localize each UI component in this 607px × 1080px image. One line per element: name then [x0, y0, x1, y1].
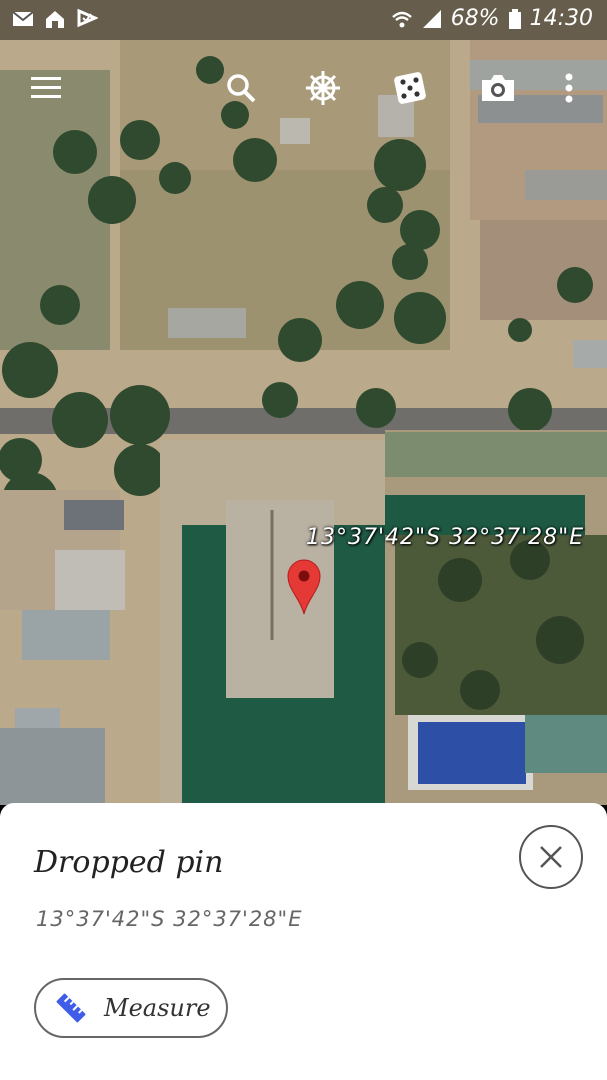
check-flag-icon [76, 8, 98, 30]
more-vert-icon[interactable] [545, 60, 593, 116]
clock: 14:30 [529, 6, 593, 31]
close-icon [540, 846, 562, 868]
pin-coordinate-label: 13°37'42"S 32°37'28"E [306, 525, 585, 550]
dropped-pin-marker-icon[interactable] [286, 558, 322, 616]
measure-button[interactable]: Measure [34, 978, 228, 1038]
mail-icon [12, 8, 34, 30]
close-button[interactable] [519, 825, 583, 889]
camera-icon[interactable] [474, 60, 522, 116]
menu-icon[interactable] [22, 60, 70, 116]
satellite-map[interactable] [0, 0, 607, 805]
search-icon[interactable] [217, 60, 265, 116]
dice-icon[interactable] [386, 60, 434, 116]
map-toolbar [0, 60, 607, 116]
home-icon [44, 8, 66, 30]
signal-icon [421, 8, 443, 30]
place-coordinates: 13°37'42"S 32°37'28"E [36, 907, 303, 931]
place-info-sheet: Dropped pin 13°37'42"S 32°37'28"E Measur… [0, 803, 607, 1080]
battery-percent: 68% [450, 6, 500, 31]
measure-label: Measure [104, 994, 211, 1022]
battery-icon [508, 8, 522, 30]
wifi-icon [391, 8, 413, 30]
ship-wheel-icon[interactable] [299, 60, 347, 116]
place-title: Dropped pin [34, 845, 224, 880]
satellite-imagery [0, 0, 607, 805]
ruler-icon [54, 991, 88, 1025]
status-bar: 68% 14:30 [0, 0, 607, 40]
